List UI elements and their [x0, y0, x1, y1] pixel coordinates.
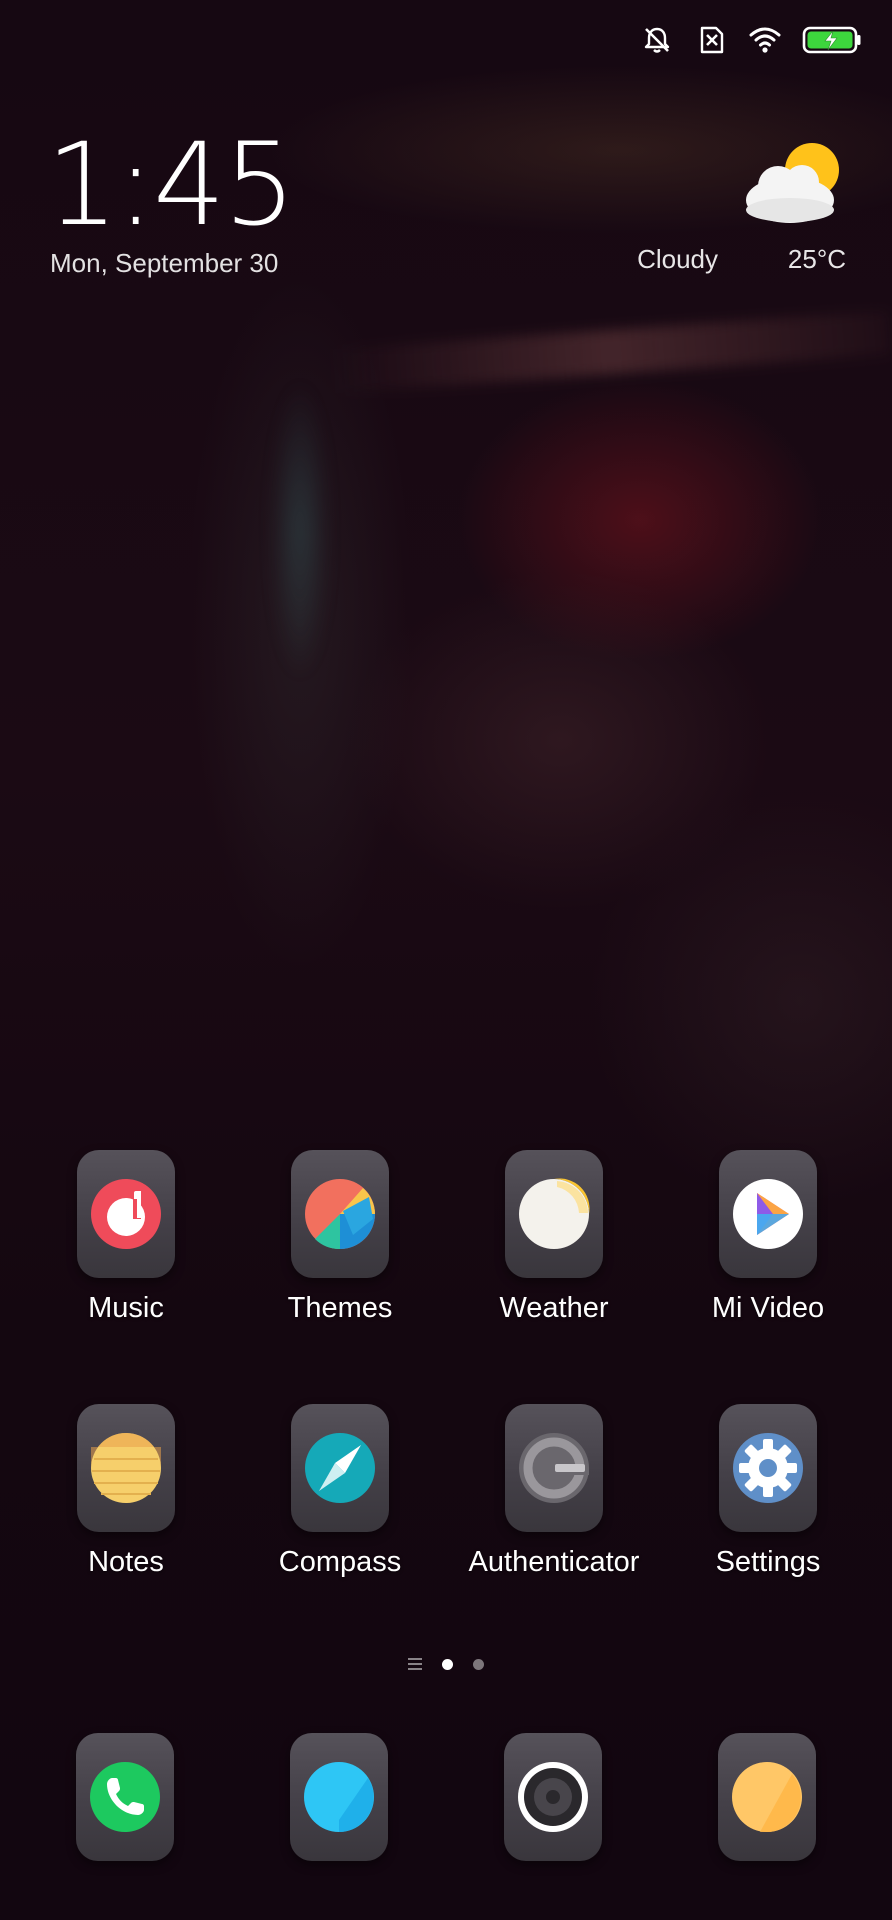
page-indicator [0, 1652, 892, 1676]
gallery-icon [732, 1762, 802, 1832]
app-tile[interactable] [77, 1404, 175, 1532]
home-screen: 1:45 Mon, September 30 Cloudy 25°C Music [0, 0, 892, 1920]
themes-icon [305, 1179, 375, 1250]
app-tile[interactable] [718, 1733, 816, 1861]
app-list-indicator-icon[interactable] [408, 1658, 422, 1670]
app-tile[interactable] [291, 1150, 389, 1278]
dock-app-camera[interactable] [463, 1733, 643, 1863]
browser-icon [304, 1762, 374, 1832]
app-label: Notes [88, 1546, 164, 1578]
weather-widget[interactable]: Cloudy 25°C [626, 140, 846, 280]
music-icon [91, 1179, 161, 1249]
page-dot-active[interactable] [442, 1658, 453, 1670]
app-tile[interactable] [76, 1733, 174, 1861]
app-label: Mi Video [711, 1292, 825, 1324]
app-tile[interactable] [291, 1404, 389, 1532]
app-notes[interactable]: Notes [36, 1404, 216, 1594]
gear-icon [733, 1433, 803, 1503]
cloudy-sun-icon [746, 143, 839, 223]
app-tile[interactable] [290, 1733, 388, 1861]
app-themes[interactable]: Themes [250, 1150, 430, 1340]
dock-app-phone[interactable] [35, 1733, 215, 1863]
wallpaper-detail [329, 310, 891, 394]
dock-app-gallery[interactable] [677, 1733, 857, 1863]
camera-icon [518, 1762, 588, 1832]
app-label: Settings [715, 1546, 821, 1578]
app-authenticator[interactable]: Authenticator [464, 1404, 644, 1594]
compass-icon [305, 1433, 375, 1503]
weather-temperature: 25°C [787, 244, 846, 274]
weather-condition: Cloudy [637, 244, 718, 274]
wallpaper-detail [270, 380, 330, 680]
app-label: Authenticator [468, 1546, 640, 1578]
app-tile[interactable] [719, 1150, 817, 1278]
app-tile[interactable] [505, 1404, 603, 1532]
phone-icon [90, 1762, 160, 1832]
app-tile[interactable] [504, 1733, 602, 1861]
app-tile[interactable] [77, 1150, 175, 1278]
app-weather[interactable]: Weather [464, 1150, 644, 1340]
app-compass[interactable]: Compass [250, 1404, 430, 1594]
app-tile[interactable] [719, 1404, 817, 1532]
clock-time[interactable]: 1:45 [46, 128, 296, 242]
app-music[interactable]: Music [36, 1150, 216, 1340]
silent-notifications-icon [644, 27, 670, 53]
no-sim-icon [700, 26, 724, 54]
battery-charging-icon [802, 26, 861, 54]
app-tile[interactable] [505, 1150, 603, 1278]
page-dot[interactable] [473, 1658, 484, 1670]
authenticator-icon [519, 1433, 589, 1503]
app-label: Weather [499, 1292, 609, 1324]
notes-icon [91, 1433, 161, 1503]
mi-video-icon [733, 1179, 803, 1249]
app-label: Compass [278, 1546, 402, 1578]
wifi-icon [749, 27, 781, 53]
dock-app-browser[interactable] [249, 1733, 429, 1863]
weather-icon [519, 1178, 590, 1249]
status-bar [640, 18, 862, 62]
clock-date[interactable]: Mon, September 30 [50, 248, 278, 279]
app-label: Music [88, 1292, 164, 1324]
app-label: Themes [287, 1292, 393, 1324]
app-mi-video[interactable]: Mi Video [678, 1150, 858, 1340]
app-settings[interactable]: Settings [678, 1404, 858, 1594]
